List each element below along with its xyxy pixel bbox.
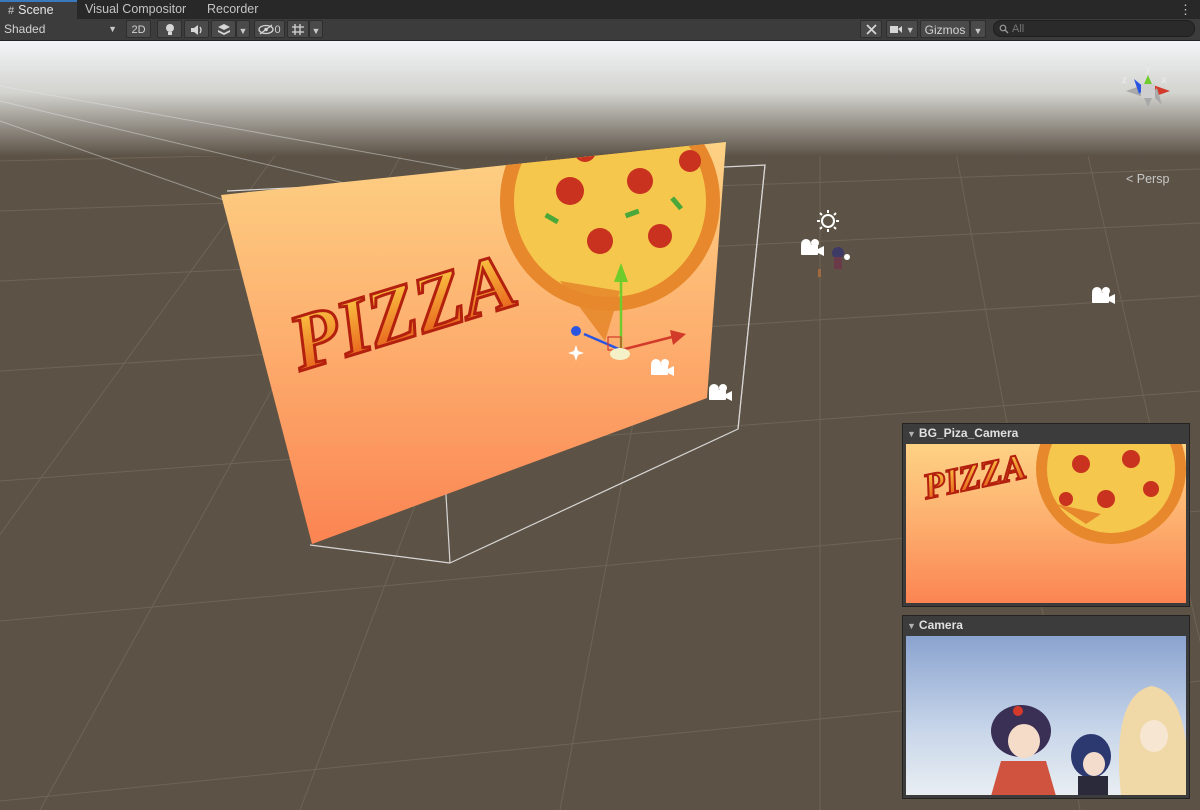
tab-recorder[interactable]: Recorder [199,0,266,19]
collapse-triangle-icon[interactable]: ▼ [907,429,916,439]
chevron-down-icon: ▼ [903,25,915,35]
audio-toggle[interactable] [184,20,209,38]
sky-horizon [0,41,1200,156]
grid-snap-icon [292,24,304,35]
lightbulb-icon [165,24,174,35]
preview-canvas-pizza: PIZZA [906,444,1186,603]
shading-mode-dropdown[interactable]: Shaded ▼ [4,20,120,38]
preview-title-bar[interactable]: ▼ Camera [903,616,1189,634]
2d-mode-toggle[interactable]: 2D [126,20,151,38]
effects-dropdown[interactable]: ▼ [236,20,250,38]
camera-preview-bg-piza: ▼ BG_Piza_Camera PIZZA [902,423,1190,607]
projection-toggle[interactable]: < Persp [1126,172,1169,186]
tab-scene[interactable]: # Scene [0,0,77,19]
hidden-objects-toggle[interactable]: 0 [254,20,285,38]
scene-viewport[interactable]: PIZZA y x z < Persp ▼ BG_Piza_Camera PIZ… [0,41,1200,810]
axis-y-label: y [1145,64,1151,75]
preview-title-bar[interactable]: ▼ BG_Piza_Camera [903,424,1189,442]
audio-icon [190,25,202,35]
preview-render-pizza: PIZZA [906,444,1186,603]
axis-z-label: z [1122,75,1127,86]
editor-tab-bar: # Scene Visual Compositor Recorder ⋮ [0,0,1200,20]
tools-toggle[interactable] [860,20,882,38]
axis-x-label: x [1161,75,1167,86]
chevron-down-icon: ▼ [311,26,321,36]
visibility-icon [258,24,275,35]
more-options-icon[interactable]: ⋮ [1179,0,1192,19]
lighting-toggle[interactable] [157,20,182,38]
camera-preview-main: ▼ Camera [902,615,1190,799]
grid-dropdown[interactable]: ▼ [309,20,323,38]
gizmos-dropdown[interactable]: ▼ [970,20,986,38]
preview-render-characters [906,636,1186,795]
gizmos-toggle[interactable]: Gizmos [920,20,970,38]
z-axis-handle[interactable] [571,326,581,336]
collapse-triangle-icon[interactable]: ▼ [907,621,916,631]
preview-canvas-characters [906,636,1186,795]
tab-visual-compositor[interactable]: Visual Compositor [77,0,194,19]
search-icon [999,24,1009,34]
camera-icon [890,26,903,33]
chevron-down-icon: ▼ [238,26,248,36]
tools-icon [865,24,877,35]
effects-icon [217,24,230,35]
chevron-down-icon: ▼ [973,26,983,36]
search-input[interactable] [1012,21,1187,36]
effects-toggle[interactable] [211,20,236,38]
grid-snapping-toggle[interactable] [287,20,309,38]
scene-toolbar: Shaded ▼ 2D ▼ 0 ▼ ▼ Gizmos ▼ [0,19,1200,41]
grid-icon: # [8,5,15,17]
camera-settings-button[interactable]: ▼ [886,20,918,38]
scene-search[interactable] [993,20,1195,37]
chevron-down-icon: ▼ [108,24,117,34]
